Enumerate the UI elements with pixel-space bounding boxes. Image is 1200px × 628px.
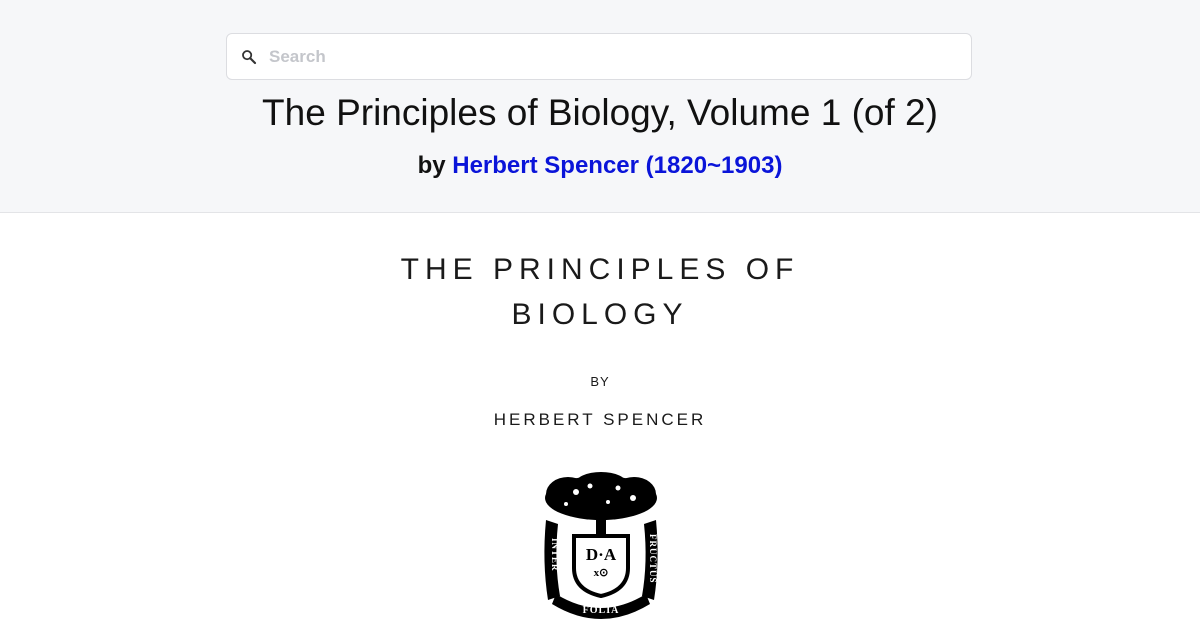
- book-title: The Principles of Biology, Volume 1 (of …: [262, 92, 938, 133]
- content-author: HERBERT SPENCER: [493, 410, 707, 429]
- search-icon: [242, 50, 257, 65]
- content-title: THE PRINCIPLES OF BIOLOGY: [300, 247, 900, 337]
- search-box[interactable]: [226, 33, 972, 80]
- content-title-line-2: BIOLOGY: [511, 298, 689, 331]
- publisher-emblem: D·A x⊙ INTER FRUCTUS FOLIA: [544, 472, 658, 619]
- emblem-sub-mark: x⊙: [594, 567, 609, 579]
- emblem-right-text: FRUCTUS: [648, 534, 658, 584]
- emblem-monogram: D·A: [586, 545, 617, 564]
- by-prefix: by: [417, 152, 446, 179]
- content-title-line-1: THE PRINCIPLES OF: [400, 253, 800, 286]
- content-by: BY: [590, 374, 610, 389]
- byline: by Herbert Spencer (1820~1903): [0, 152, 1200, 180]
- author-link[interactable]: Herbert Spencer (1820~1903): [452, 152, 782, 179]
- emblem-left-text: INTER: [550, 538, 560, 572]
- emblem-bottom-text: FOLIA: [583, 605, 620, 616]
- book-header: The Principles of Biology, Volume 1 (of …: [0, 0, 1200, 213]
- search-input[interactable]: [269, 42, 959, 72]
